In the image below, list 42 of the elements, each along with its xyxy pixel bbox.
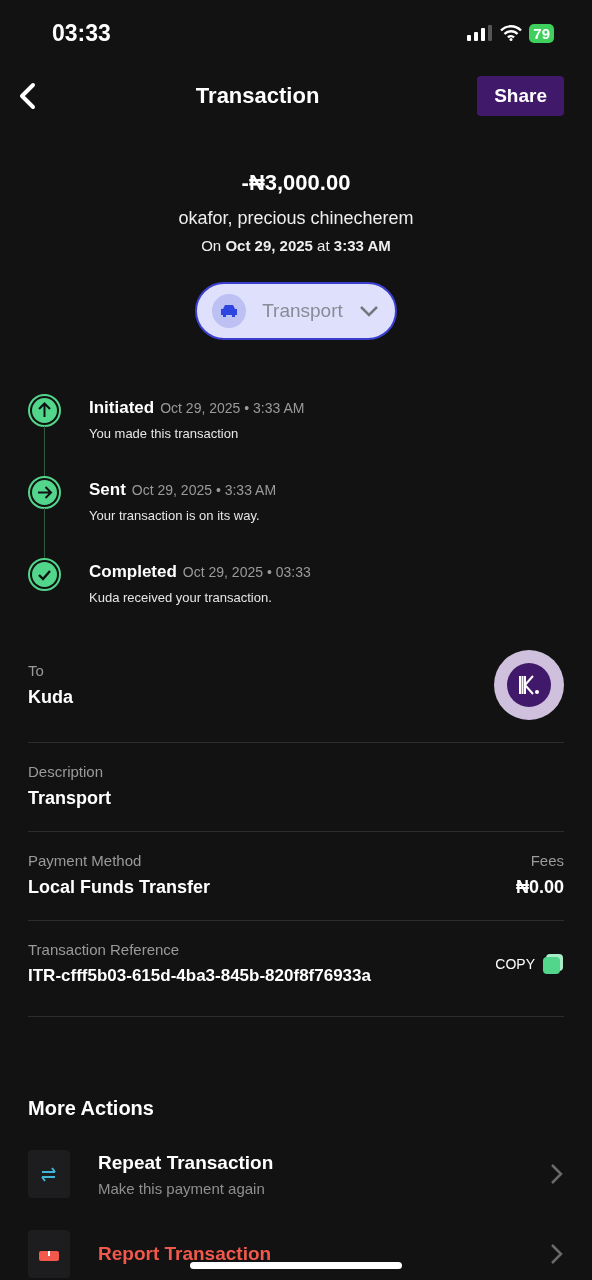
recipient-name: okafor, precious chinecherem — [178, 208, 414, 229]
copy-button[interactable]: COPY — [495, 952, 564, 975]
reference-label: Transaction Reference — [28, 941, 181, 958]
action-item[interactable]: Report Transaction — [28, 1230, 564, 1278]
action-title: Report Transaction — [98, 1243, 273, 1265]
fees-label: Fees — [530, 852, 564, 869]
wifi-icon — [500, 25, 523, 41]
action-item[interactable]: Repeat Transaction Make this payment again — [28, 1150, 564, 1198]
amount: -₦3,000.00 — [241, 170, 351, 196]
fees-value: ₦0.00 — [515, 877, 564, 898]
share-button[interactable]: Share — [477, 76, 564, 116]
car-icon — [220, 304, 239, 318]
battery-level: 79 — [529, 23, 554, 43]
reference-value: ITR-cfff5b03-615d-4ba3-845b-820f8f76933a — [28, 966, 371, 986]
transaction-date: On Oct 29, 2025 at 3:33 AM — [201, 237, 391, 254]
step-note: Kuda received your transaction. — [89, 590, 273, 605]
copy-icon — [542, 952, 564, 975]
step-title: Sent — [89, 480, 126, 500]
repeat-icon — [40, 1166, 58, 1182]
action-subtitle: Make this payment again — [98, 1179, 266, 1197]
check-icon — [28, 558, 61, 591]
page-title: Transaction — [195, 83, 320, 109]
signal-icon — [467, 25, 494, 41]
payment-method-label: Payment Method — [28, 852, 143, 869]
chevron-down-icon — [358, 305, 379, 317]
step-title: Completed — [89, 562, 177, 582]
section-title: More Actions — [28, 1097, 154, 1119]
step-note: You made this transaction — [89, 426, 240, 441]
description-value: Transport — [28, 788, 111, 809]
payment-method-value: Local Funds Transfer — [28, 877, 211, 898]
chevron-right-icon — [550, 1243, 564, 1265]
status-time: 03:33 — [52, 19, 111, 47]
step-title: Initiated — [89, 398, 155, 418]
step-time: Oct 29, 2025 • 3:33 AM — [131, 482, 277, 498]
step-time: Oct 29, 2025 • 03:33 — [182, 564, 311, 580]
to-value: Kuda — [28, 687, 73, 708]
step-note: Your transaction is on its way. — [89, 508, 261, 523]
chevron-right-icon — [550, 1163, 564, 1185]
description-label: Description — [28, 763, 105, 780]
step-time: Oct 29, 2025 • 3:33 AM — [160, 400, 305, 416]
action-title: Repeat Transaction — [98, 1151, 275, 1174]
to-label: To — [28, 662, 45, 679]
